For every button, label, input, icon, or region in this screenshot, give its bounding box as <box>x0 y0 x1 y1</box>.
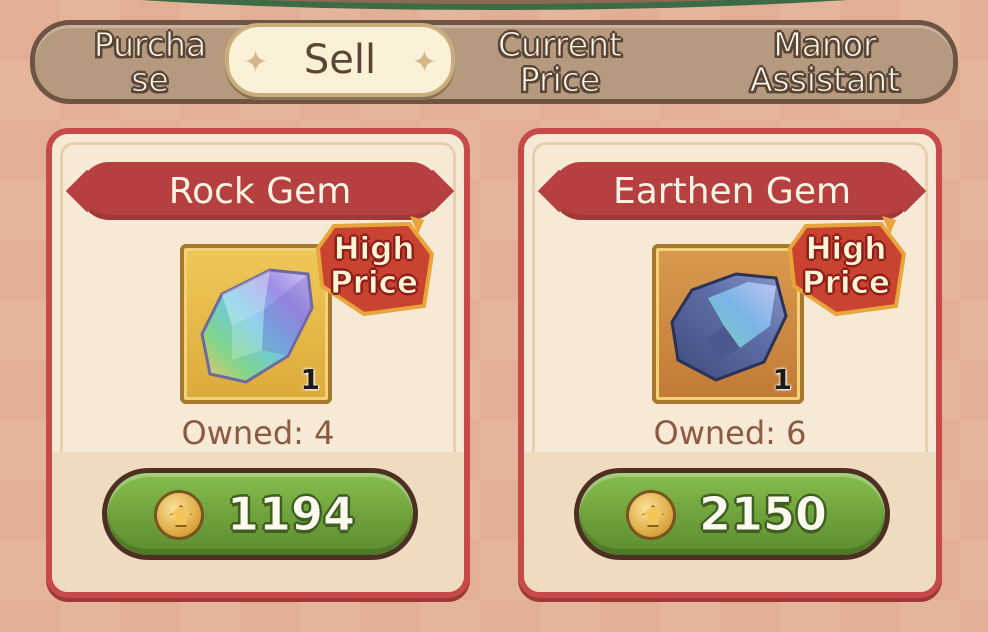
badge-line-2: Price <box>801 265 891 301</box>
high-price-badge: High Price <box>314 214 439 324</box>
sparkle-icon: ✦ <box>243 45 269 80</box>
sell-price-button[interactable]: 1194 <box>102 468 418 560</box>
item-icon-frame[interactable]: 1 <box>652 244 804 404</box>
sparkle-icon: ✦ <box>411 45 437 80</box>
owned-count: Owned: 4 <box>181 414 335 452</box>
tab-purchase-label: Purcha se <box>93 25 207 99</box>
owned-count: Owned: 6 <box>653 414 807 452</box>
tab-manor-assistant[interactable]: Manor Assistant <box>725 25 925 99</box>
badge-line-1: High <box>333 231 415 267</box>
item-card-earthen-gem[interactable]: Earthen Gem ✦ 1 <box>518 128 942 598</box>
price-label: 1194 <box>226 487 356 542</box>
coin-icon <box>157 493 201 537</box>
item-count: 1 <box>300 363 320 396</box>
tab-purchase[interactable]: Purcha se <box>75 25 225 99</box>
badge-line-2: Price <box>329 265 419 301</box>
item-count: 1 <box>772 363 792 396</box>
high-price-badge: High Price <box>786 214 911 324</box>
item-name-banner: Rock Gem <box>80 162 440 220</box>
tab-manor-assistant-label: Manor Assistant <box>749 25 901 99</box>
item-name: Rock Gem <box>168 170 352 212</box>
coin-icon <box>629 493 673 537</box>
tab-current-price[interactable]: Current Price <box>475 25 645 99</box>
item-card-rock-gem[interactable]: Rock Gem ✦ 1 High <box>46 128 470 598</box>
badge-line-1: High <box>805 231 887 267</box>
item-icon-frame[interactable]: 1 <box>180 244 332 404</box>
price-label: 2150 <box>698 487 828 542</box>
tab-sell-label: Sell <box>303 37 377 83</box>
tab-sell[interactable]: ✦ Sell ✦ <box>225 23 455 97</box>
item-name-banner: Earthen Gem <box>552 162 912 220</box>
tab-current-price-label: Current Price <box>498 25 623 99</box>
sell-price-button[interactable]: 2150 <box>574 468 890 560</box>
tab-bar: Purcha se ✦ Sell ✦ Current Price Manor A… <box>30 20 958 104</box>
item-name: Earthen Gem <box>612 170 852 212</box>
